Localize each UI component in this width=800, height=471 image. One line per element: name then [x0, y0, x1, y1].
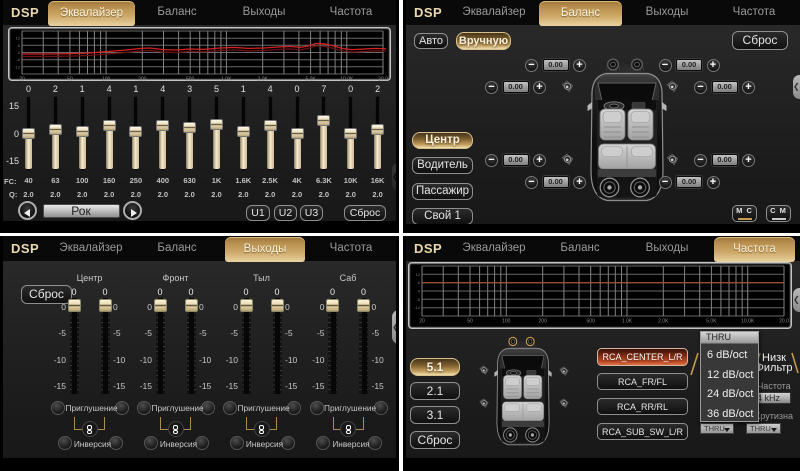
- svg-text:5.0K: 5.0K: [305, 77, 316, 82]
- svg-text:-12: -12: [414, 305, 421, 310]
- svg-text:1.0K: 1.0K: [221, 77, 232, 82]
- svg-text:5.0K: 5.0K: [706, 319, 717, 325]
- svg-text:1.0K: 1.0K: [622, 319, 633, 325]
- svg-text:20.0: 20.0: [779, 319, 789, 325]
- svg-text:20: 20: [19, 77, 25, 82]
- svg-text:100: 100: [502, 319, 511, 325]
- svg-text:12: 12: [16, 36, 21, 41]
- svg-text:12: 12: [416, 272, 421, 277]
- svg-text:500: 500: [587, 319, 596, 325]
- svg-text:10.0K: 10.0K: [741, 319, 755, 325]
- svg-text:200: 200: [539, 319, 548, 325]
- svg-text:200: 200: [138, 77, 147, 82]
- svg-text:500: 500: [186, 77, 195, 82]
- svg-text:20.0: 20.0: [378, 77, 388, 82]
- svg-text:100: 100: [102, 77, 111, 82]
- svg-text:50: 50: [67, 77, 73, 82]
- svg-text:2.0K: 2.0K: [658, 319, 669, 325]
- svg-text:20: 20: [419, 319, 425, 325]
- svg-text:-12: -12: [14, 64, 21, 69]
- svg-text:2.0K: 2.0K: [258, 77, 269, 82]
- svg-text:10.0K: 10.0K: [340, 77, 354, 82]
- svg-text:50: 50: [467, 319, 473, 325]
